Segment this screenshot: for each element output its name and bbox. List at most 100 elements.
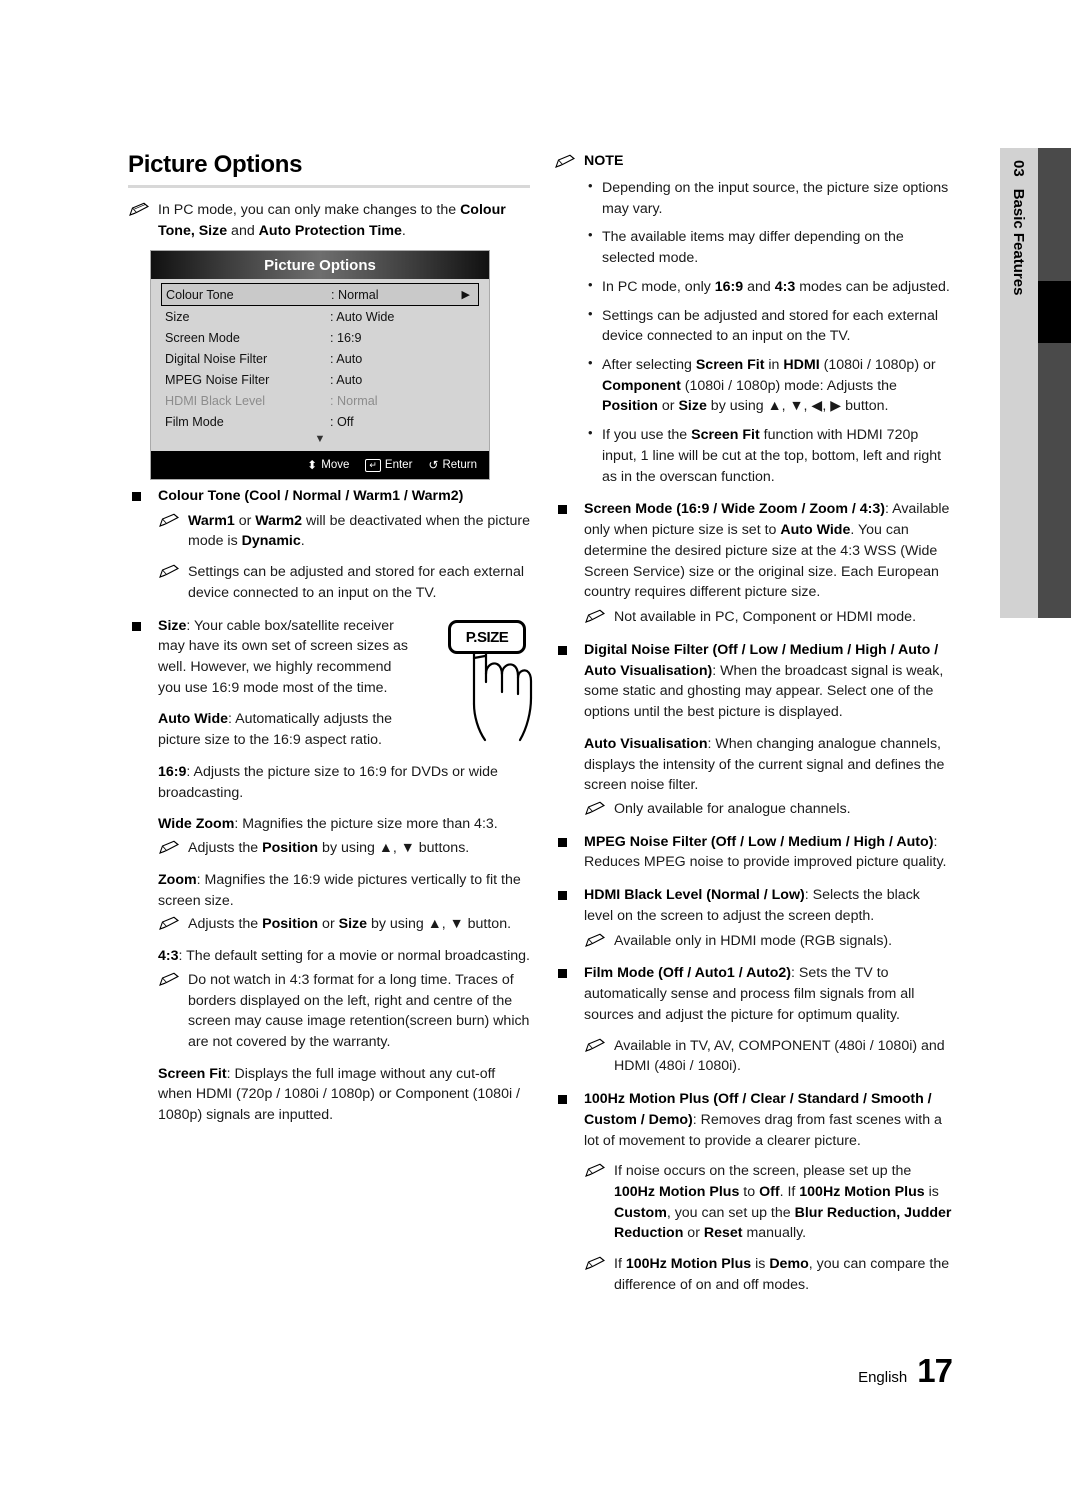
square-bullet-icon	[558, 837, 567, 847]
osd-title: Picture Options	[151, 251, 489, 279]
psize-button[interactable]: P.SIZE	[448, 620, 526, 654]
screen-mode-item: Screen Mode (16:9 / Wide Zoom / Zoom / 4…	[554, 499, 952, 603]
osd-row-colour-tone[interactable]: Colour Tone : Normal ▶	[161, 283, 479, 306]
film-mode-note-wrap: Available in TV, AV, COMPONENT (480i / 1…	[554, 1036, 952, 1077]
chapter-tab-text: 03 Basic Features	[1000, 148, 1038, 618]
intro-note: In PC mode, you can only make changes to…	[128, 200, 530, 241]
chapter-number: 03	[1010, 160, 1028, 177]
osd-row-value: : 16:9	[330, 330, 362, 345]
intro-note-text: In PC mode, you can only make changes to…	[158, 202, 506, 240]
osd-footer: ⬍ Move ↵ Enter ↺ Return	[151, 451, 489, 479]
screen-mode-note-wrap: Not available in PC, Component or HDMI m…	[554, 607, 952, 628]
square-bullet-icon	[558, 891, 567, 901]
list-item: Settings can be adjusted and stored for …	[588, 305, 952, 347]
pencil-icon	[159, 513, 179, 527]
osd-rows: Colour Tone : Normal ▶ Size : Auto Wide …	[151, 279, 489, 451]
square-bullet-icon	[132, 621, 141, 631]
osd-scroll-down-icon[interactable]: ▼	[161, 432, 479, 449]
osd-key-return: ↺ Return	[428, 458, 477, 472]
pencil-icon	[585, 933, 605, 947]
pencil-icon	[159, 564, 179, 579]
pencil-icon	[159, 972, 179, 986]
screen-fit-text: Screen Fit: Displays the full image with…	[158, 1065, 520, 1124]
pencil-icon	[585, 1256, 605, 1271]
osd-row-value: : Auto	[330, 351, 363, 366]
zoom-text: Zoom: Magnifies the 16:9 wide pictures v…	[158, 871, 521, 909]
page-footer: English 17	[858, 1352, 953, 1390]
square-bullet-icon	[558, 505, 567, 515]
mpeg-noise-filter-item-text: MPEG Noise Filter (Off / Low / Medium / …	[584, 833, 947, 871]
note-text: Adjusts the Position by using ▲, ▼ butto…	[188, 840, 470, 857]
motion-plus-notes: If noise occurs on the screen, please se…	[554, 1161, 952, 1295]
osd-key-move: ⬍ Move	[307, 458, 349, 472]
list-item: After selecting Screen Fit in HDMI (1080…	[588, 354, 952, 417]
note-heading: NOTE	[554, 152, 952, 172]
note-text: Not available in PC, Component or HDMI m…	[614, 609, 917, 626]
digital-noise-filter-item: Digital Noise Filter (Off / Low / Medium…	[554, 640, 952, 723]
hdmi-black-level-note: Available only in HDMI mode (RGB signals…	[584, 931, 952, 952]
note-text: If noise occurs on the screen, please se…	[614, 1163, 952, 1242]
auto-visualisation-text: Auto Visualisation: When changing analog…	[584, 735, 945, 794]
enter-key-icon: ↵	[365, 458, 381, 472]
osd-row-mpeg-noise-filter[interactable]: MPEG Noise Filter : Auto	[161, 369, 479, 390]
osd-row-label: Colour Tone	[166, 287, 234, 302]
osd-row-digital-noise-filter[interactable]: Digital Noise Filter : Auto	[161, 348, 479, 369]
colour-tone-item: Colour Tone (Cool / Normal / Warm1 / War…	[128, 486, 530, 507]
list-item: Depending on the input source, the pictu…	[588, 177, 952, 219]
osd-key-label: Enter	[384, 459, 413, 471]
chapter-name: Basic Features	[1010, 188, 1028, 296]
square-bullet-icon	[558, 969, 567, 979]
motion-plus-item-text: 100Hz Motion Plus (Off / Clear / Standar…	[584, 1091, 942, 1149]
chapter-tab-position-marker	[1038, 281, 1071, 343]
osd-row-value: : Auto Wide	[330, 309, 395, 324]
osd-row-label: Film Mode	[165, 414, 224, 429]
list-item: If you use the Screen Fit function with …	[588, 424, 952, 487]
square-bullet-icon	[558, 1095, 567, 1105]
motion-plus-item: 100Hz Motion Plus (Off / Clear / Standar…	[554, 1089, 952, 1151]
osd-row-label: Digital Noise Filter	[165, 351, 268, 366]
footer-language: English	[858, 1369, 908, 1386]
square-bullet-icon	[132, 491, 141, 501]
wide-zoom-text: Wide Zoom: Magnifies the picture size mo…	[158, 816, 498, 833]
note-text: Available in TV, AV, COMPONENT (480i / 1…	[614, 1037, 945, 1075]
title-divider	[128, 185, 530, 189]
note-text: Available only in HDMI mode (RGB signals…	[614, 932, 893, 949]
pencil-icon	[129, 202, 149, 217]
note-text: Only available for analogue channels.	[614, 800, 851, 817]
osd-row-label: Size	[165, 309, 190, 324]
note-text: Do not watch in 4:3 format for a long ti…	[188, 971, 530, 1051]
osd-key-enter: ↵ Enter	[365, 458, 413, 472]
wide-zoom-note: Adjusts the Position by using ▲, ▼ butto…	[158, 838, 530, 859]
osd-row-screen-mode[interactable]: Screen Mode : 16:9	[161, 327, 479, 348]
osd-row-film-mode[interactable]: Film Mode : Off	[161, 411, 479, 432]
colour-tone-note-1: Warm1 or Warm2 will be deactivated when …	[158, 511, 530, 552]
list-item: The available items may differ depending…	[588, 226, 952, 268]
pencil-icon	[585, 1163, 605, 1178]
film-mode-item: Film Mode (Off / Auto1 / Auto2): Sets th…	[554, 963, 952, 1025]
right-column: NOTE Depending on the input source, the …	[554, 152, 952, 1300]
mpeg-noise-filter-item: MPEG Noise Filter (Off / Low / Medium / …	[554, 832, 952, 873]
chevron-right-icon: ▶	[461, 289, 470, 301]
osd-row-label: HDMI Black Level	[165, 393, 266, 408]
pencil-icon	[585, 1038, 605, 1052]
return-arrow-icon: ↺	[428, 458, 439, 472]
ratio169-text: 16:9: Adjusts the picture size to 16:9 f…	[158, 763, 498, 801]
hdmi-black-level-item-text: HDMI Black Level (Normal / Low): Selects…	[584, 887, 920, 924]
motion-plus-note-1: If noise occurs on the screen, please se…	[584, 1161, 952, 1244]
digital-noise-filter-item-text: Digital Noise Filter (Off / Low / Medium…	[584, 641, 944, 721]
chapter-tab-dark-band	[1038, 148, 1071, 618]
film-mode-item-text: Film Mode (Off / Auto1 / Auto2): Sets th…	[584, 965, 915, 1023]
auto-visualisation-block: Auto Visualisation: When changing analog…	[554, 734, 952, 820]
osd-row-value: : Auto	[330, 372, 363, 387]
pencil-icon	[159, 916, 179, 931]
ratio43-note: Do not watch in 4:3 format for a long ti…	[158, 970, 530, 1053]
ratio43-text: 4:3: The default setting for a movie or …	[158, 948, 530, 965]
osd-key-label: Return	[442, 459, 477, 471]
osd-key-label: Move	[321, 459, 350, 471]
osd-row-size[interactable]: Size : Auto Wide	[161, 306, 479, 327]
pencil-icon	[585, 801, 605, 815]
chapter-tab: 03 Basic Features	[1000, 148, 1080, 618]
zoom-note: Adjusts the Position or Size by using ▲,…	[158, 914, 530, 935]
note-text: Warm1 or Warm2 will be deactivated when …	[188, 512, 530, 550]
note-bullet-list: Depending on the input source, the pictu…	[554, 177, 952, 488]
